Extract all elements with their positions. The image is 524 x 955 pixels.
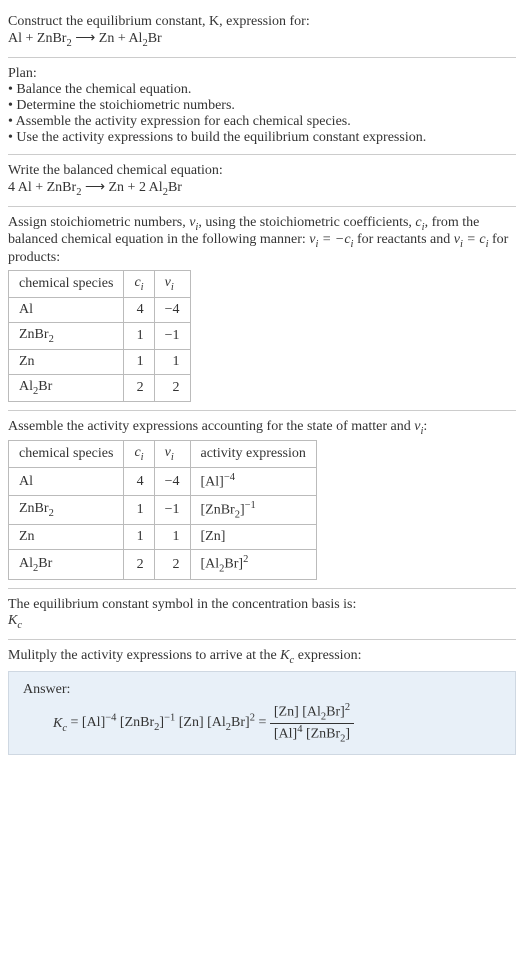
text: Assign stoichiometric numbers, <box>8 215 189 230</box>
react-eq: νi = −ci <box>309 232 353 247</box>
cell-ci: 2 <box>124 550 154 579</box>
cell-activity: [Zn] <box>190 525 316 550</box>
plan-item-text: Use the activity expressions to build th… <box>16 130 426 145</box>
plan-item-text: Assemble the activity expression for eac… <box>16 114 351 129</box>
cell-activity: [ZnBr2]−1 <box>190 495 316 524</box>
cell-species: Al <box>9 297 124 322</box>
balanced-section: Write the balanced chemical equation: 4 … <box>8 157 516 204</box>
col-nui: νi <box>154 441 190 468</box>
col-species: chemical species <box>9 441 124 468</box>
fraction-denominator: [Al]4 [ZnBr2] <box>270 724 354 744</box>
fraction-numerator: [Zn] [Al2Br]2 <box>270 702 354 723</box>
cell-ci: 1 <box>124 349 154 374</box>
table-row: Al2Br 2 2 <box>9 374 191 401</box>
cell-activity: [Al2Br]2 <box>190 550 316 579</box>
table-row: ZnBr2 1 −1 [ZnBr2]−1 <box>9 495 317 524</box>
divider <box>8 57 516 58</box>
col-ci: ci <box>124 271 154 298</box>
col-nui: νi <box>154 271 190 298</box>
cell-species: ZnBr2 <box>9 495 124 524</box>
table-header-row: chemical species ci νi <box>9 271 191 298</box>
cell-nui: 2 <box>154 550 190 579</box>
cell-nui: −1 <box>154 322 190 349</box>
cell-ci: 2 <box>124 374 154 401</box>
activity-intro: Assemble the activity expressions accoun… <box>8 419 516 437</box>
plan-item-text: Balance the chemical equation. <box>16 82 191 97</box>
divider <box>8 639 516 640</box>
cell-nui: −4 <box>154 297 190 322</box>
col-activity: activity expression <box>190 441 316 468</box>
divider <box>8 154 516 155</box>
text: , using the stoichiometric coefficients, <box>198 215 415 230</box>
prod-eq: νi = ci <box>454 232 489 247</box>
multiply-intro: Mulitply the activity expressions to arr… <box>8 648 516 666</box>
stoich-table: chemical species ci νi Al 4 −4 ZnBr2 1 −… <box>8 270 191 401</box>
cell-ci: 1 <box>124 322 154 349</box>
unbalanced-equation: Al + ZnBr2 ⟶ Zn + Al2Br <box>8 30 516 49</box>
table-row: ZnBr2 1 −1 <box>9 322 191 349</box>
assign-intro: Assign stoichiometric numbers, νi, using… <box>8 215 516 267</box>
question-header: Construct the equilibrium constant, K, e… <box>8 8 516 55</box>
divider <box>8 588 516 589</box>
cell-activity: [Al]−4 <box>190 468 316 496</box>
cell-nui: −1 <box>154 495 190 524</box>
cell-species: Al <box>9 468 124 496</box>
prompt-text: Construct the equilibrium constant, K, e… <box>8 14 310 29</box>
cell-nui: −4 <box>154 468 190 496</box>
plan-section: Plan: • Balance the chemical equation. •… <box>8 60 516 152</box>
activity-section: Assemble the activity expressions accoun… <box>8 413 516 586</box>
cell-ci: 4 <box>124 297 154 322</box>
divider <box>8 410 516 411</box>
text: for reactants and <box>353 232 453 247</box>
plan-title: Plan: <box>8 66 516 82</box>
plan-item-text: Determine the stoichiometric numbers. <box>16 98 235 113</box>
kc-symbol: Kc <box>8 613 516 631</box>
table-row: Zn 1 1 <box>9 349 191 374</box>
cell-species: Al2Br <box>9 374 124 401</box>
cell-nui: 1 <box>154 349 190 374</box>
fraction: [Zn] [Al2Br]2 [Al]4 [ZnBr2] <box>270 702 354 744</box>
table-row: Al 4 −4 <box>9 297 191 322</box>
activity-table: chemical species ci νi activity expressi… <box>8 440 317 579</box>
kc-intro: The equilibrium constant symbol in the c… <box>8 597 516 613</box>
plan-item: • Assemble the activity expression for e… <box>8 114 516 130</box>
table-header-row: chemical species ci νi activity expressi… <box>9 441 317 468</box>
cell-ci: 4 <box>124 468 154 496</box>
kc-symbol-section: The equilibrium constant symbol in the c… <box>8 591 516 637</box>
cell-ci: 1 <box>124 495 154 524</box>
plan-item: • Use the activity expressions to build … <box>8 130 516 146</box>
cell-species: ZnBr2 <box>9 322 124 349</box>
table-row: Al 4 −4 [Al]−4 <box>9 468 317 496</box>
cell-species: Al2Br <box>9 550 124 579</box>
cell-nui: 2 <box>154 374 190 401</box>
cell-nui: 1 <box>154 525 190 550</box>
col-ci: ci <box>124 441 154 468</box>
multiply-section: Mulitply the activity expressions to arr… <box>8 642 516 762</box>
answer-box: Answer: Kc = [Al]−4 [ZnBr2]−1 [Zn] [Al2B… <box>8 671 516 755</box>
answer-label: Answer: <box>23 682 501 698</box>
plan-item: • Balance the chemical equation. <box>8 82 516 98</box>
ci-symbol: ci <box>415 215 424 230</box>
divider <box>8 206 516 207</box>
table-row: Al2Br 2 2 [Al2Br]2 <box>9 550 317 579</box>
cell-species: Zn <box>9 349 124 374</box>
balanced-equation: 4 Al + ZnBr2 ⟶ Zn + 2 Al2Br <box>8 179 516 198</box>
balanced-intro: Write the balanced chemical equation: <box>8 163 516 179</box>
answer-expression: Kc = [Al]−4 [ZnBr2]−1 [Zn] [Al2Br]2 = [Z… <box>23 702 501 744</box>
table-row: Zn 1 1 [Zn] <box>9 525 317 550</box>
nu-symbol: νi <box>189 215 198 230</box>
assign-section: Assign stoichiometric numbers, νi, using… <box>8 209 516 408</box>
prompt-line: Construct the equilibrium constant, K, e… <box>8 14 516 30</box>
cell-ci: 1 <box>124 525 154 550</box>
col-species: chemical species <box>9 271 124 298</box>
plan-item: • Determine the stoichiometric numbers. <box>8 98 516 114</box>
cell-species: Zn <box>9 525 124 550</box>
